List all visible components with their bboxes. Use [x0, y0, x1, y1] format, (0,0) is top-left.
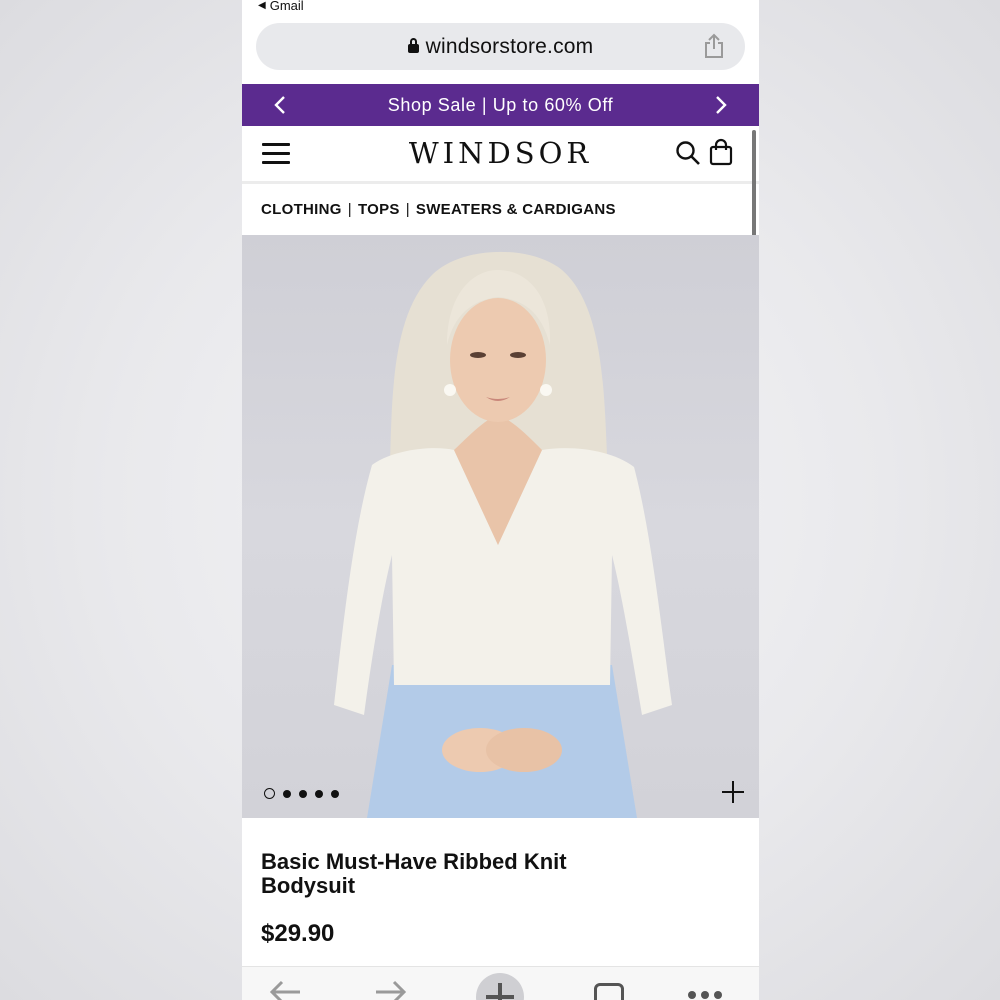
more-icon[interactable]	[688, 991, 722, 999]
share-icon[interactable]	[703, 33, 725, 59]
product-image[interactable]	[242, 235, 759, 818]
breadcrumb-separator: |	[405, 201, 410, 218]
tabs-icon[interactable]	[594, 983, 624, 1000]
carousel-dot[interactable]	[283, 789, 291, 798]
breadcrumb-separator: |	[347, 201, 352, 218]
mobile-browser: ◀ Gmail windsorstore.com Shop Sale | Up …	[242, 0, 759, 1000]
breadcrumb: CLOTHING | TOPS | SWEATERS & CARDIGANS	[261, 201, 616, 218]
carousel-dot[interactable]	[315, 789, 323, 798]
lock-icon	[407, 38, 419, 53]
promo-text[interactable]: Shop Sale | Up to 60% Off	[388, 95, 613, 116]
breadcrumb-item-tops[interactable]: TOPS	[358, 201, 400, 218]
plus-icon[interactable]	[721, 780, 745, 804]
bag-icon[interactable]	[709, 138, 733, 166]
breadcrumb-item-sweaters[interactable]: SWEATERS & CARDIGANS	[416, 201, 616, 218]
search-icon[interactable]	[675, 140, 701, 166]
carousel-dots	[264, 788, 339, 799]
forward-arrow-icon[interactable]	[374, 979, 408, 1000]
site-header: WINDSOR	[242, 126, 759, 184]
chevron-left-icon[interactable]	[266, 91, 294, 119]
carousel-dot[interactable]	[331, 789, 339, 798]
model-illustration	[334, 251, 672, 818]
carousel-dot-active[interactable]	[264, 788, 275, 799]
chevron-right-icon[interactable]	[707, 91, 735, 119]
address-bar[interactable]: windsorstore.com	[256, 23, 745, 70]
product-price: $29.90	[261, 920, 335, 947]
product-title: Basic Must-Have Ribbed Knit Bodysuit	[261, 849, 567, 898]
back-to-app[interactable]: ◀ Gmail	[258, 0, 304, 13]
url-text: windsorstore.com	[425, 34, 594, 58]
new-tab-icon[interactable]	[476, 973, 524, 1000]
carousel-dot[interactable]	[299, 789, 307, 798]
breadcrumb-item-clothing[interactable]: CLOTHING	[261, 201, 342, 218]
back-app-label: Gmail	[269, 0, 304, 13]
back-arrow-icon[interactable]	[268, 979, 302, 1000]
browser-toolbar	[242, 966, 759, 1000]
back-triangle-icon: ◀	[258, 0, 266, 11]
promo-banner[interactable]: Shop Sale | Up to 60% Off	[242, 84, 759, 126]
